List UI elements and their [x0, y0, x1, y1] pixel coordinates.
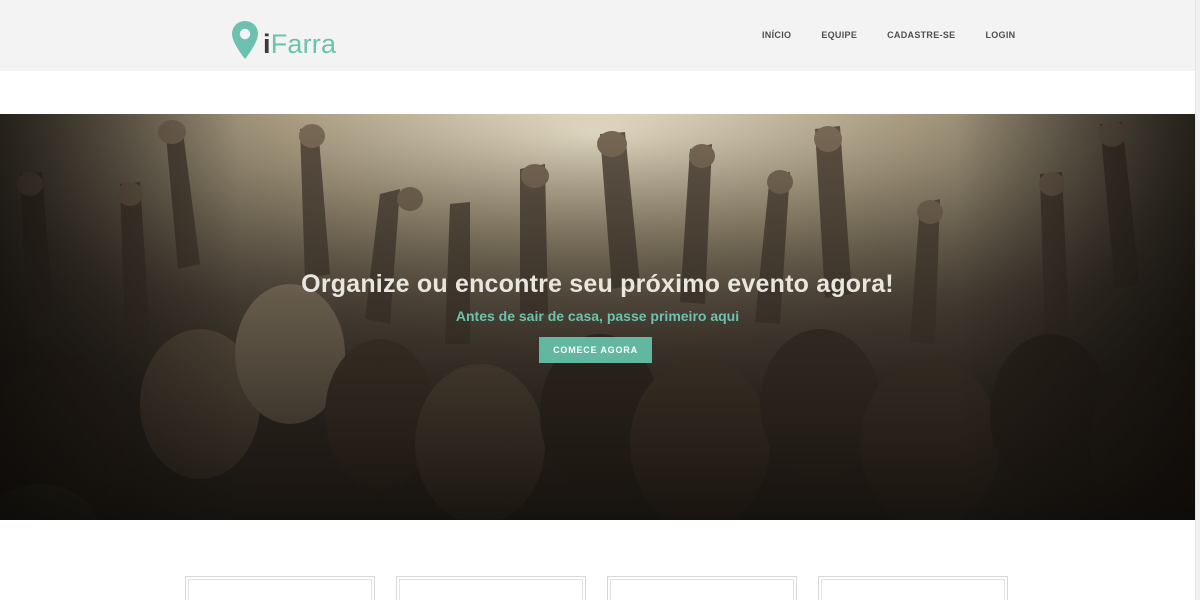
- site-header: iFarra INÍCIO EQUIPE CADASTRE-SE LOGIN: [0, 0, 1195, 71]
- map-pin-icon: [232, 21, 258, 59]
- feature-card-body: [610, 579, 794, 600]
- main-nav: INÍCIO EQUIPE CADASTRE-SE LOGIN: [762, 30, 1015, 40]
- feature-card-body: [188, 579, 372, 600]
- brand-wordmark: iFarra: [263, 29, 336, 59]
- hero-banner: Organize ou encontre seu próximo evento …: [0, 114, 1195, 520]
- page-scrollbar[interactable]: [1195, 0, 1200, 600]
- feature-cards: [185, 576, 1008, 600]
- hero-title: Organize ou encontre seu próximo evento …: [301, 270, 894, 298]
- nav-login[interactable]: LOGIN: [985, 30, 1015, 40]
- feature-card-body: [821, 579, 1005, 600]
- nav-inicio[interactable]: INÍCIO: [762, 30, 791, 40]
- feature-card-body: [399, 579, 583, 600]
- nav-cadastre-se[interactable]: CADASTRE-SE: [887, 30, 955, 40]
- hero-subtitle: Antes de sair de casa, passe primeiro aq…: [455, 308, 740, 324]
- start-now-button[interactable]: COMECE AGORA: [539, 337, 652, 363]
- feature-card[interactable]: [818, 576, 1008, 600]
- feature-card[interactable]: [396, 576, 586, 600]
- nav-equipe[interactable]: EQUIPE: [821, 30, 857, 40]
- brand-prefix: i: [263, 29, 271, 59]
- feature-card[interactable]: [185, 576, 375, 600]
- brand-name: Farra: [270, 29, 337, 59]
- feature-card[interactable]: [607, 576, 797, 600]
- brand-logo[interactable]: iFarra: [231, 20, 336, 60]
